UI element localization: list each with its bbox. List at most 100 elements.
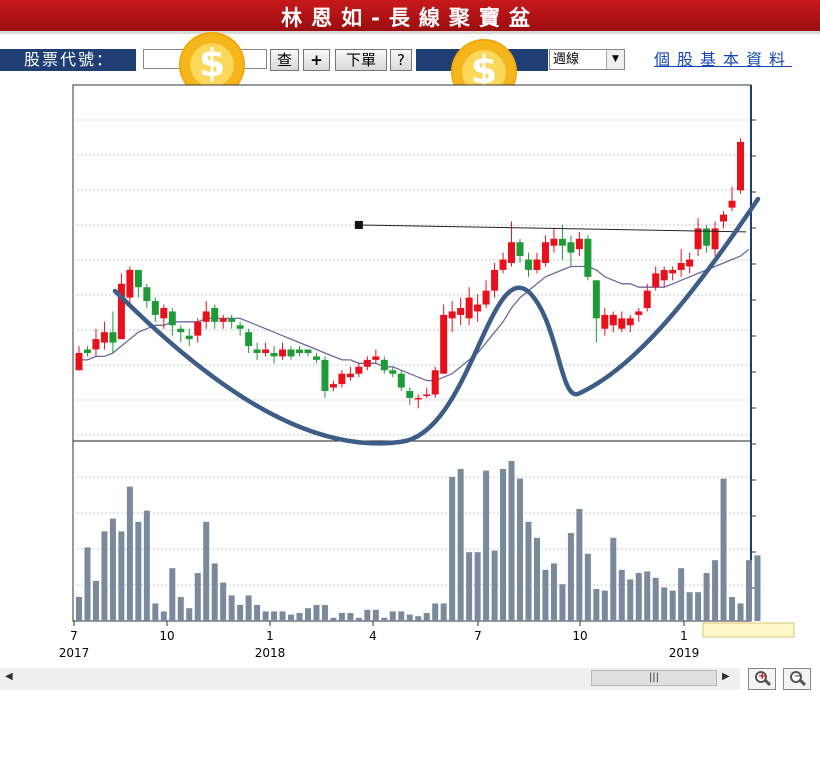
- candle-body: [567, 242, 575, 253]
- volume-bar: [576, 509, 583, 621]
- volume-bar: [186, 608, 193, 621]
- candle-body: [279, 349, 287, 357]
- candle-body: [83, 349, 91, 353]
- candle-body: [448, 311, 456, 319]
- candle-body: [363, 359, 371, 367]
- page-title: 林恩如-長線聚寶盆: [281, 6, 539, 30]
- volume-bar: [449, 477, 456, 621]
- volume-bar: [406, 614, 413, 621]
- volume-bar: [542, 569, 549, 621]
- basic-info-link[interactable]: 個股基本資料: [654, 49, 792, 71]
- volume-bar: [720, 478, 727, 621]
- candle-body: [533, 259, 541, 270]
- title-bar: 林恩如-長線聚寶盆: [0, 0, 820, 34]
- chevron-down-icon[interactable]: ▼: [606, 50, 624, 69]
- candle-body: [270, 352, 278, 357]
- order-button[interactable]: 下單: [335, 49, 387, 71]
- candle-body: [677, 263, 685, 270]
- volume-bar: [610, 537, 617, 621]
- candle-body: [516, 242, 524, 257]
- volume-bar: [109, 518, 116, 621]
- candle-body: [499, 259, 507, 270]
- volume-bar: [389, 611, 396, 621]
- volume-bar: [618, 569, 625, 621]
- candle-body: [194, 321, 202, 336]
- stock-chart-svg: 7 10 1 4 7 10 1 2017 2018 2019: [59, 84, 795, 660]
- volume-bar: [635, 573, 642, 621]
- candle-body: [423, 394, 431, 396]
- stock-chart: 7 10 1 4 7 10 1 2017 2018 2019: [0, 75, 820, 670]
- candle-body: [355, 366, 363, 374]
- volume-bar: [84, 547, 91, 621]
- candle-body: [75, 352, 83, 371]
- scroll-right-icon[interactable]: ▶: [722, 671, 730, 682]
- volume-bar: [584, 553, 591, 621]
- volume-bar: [746, 560, 752, 621]
- volume-bar: [440, 603, 447, 621]
- candle-body: [457, 307, 465, 315]
- candle-body: [134, 269, 142, 288]
- volume-bar: [423, 613, 430, 621]
- volume-bar: [338, 613, 345, 621]
- candle-body: [575, 238, 583, 250]
- volume-bar: [415, 616, 422, 621]
- zoom-in-button[interactable]: +: [748, 668, 776, 690]
- candle-body: [202, 311, 210, 322]
- x-tick-label: 7: [474, 629, 482, 643]
- volume-bar: [203, 521, 210, 621]
- candle-body: [236, 325, 244, 329]
- volume-bar: [194, 573, 201, 621]
- horizontal-scrollbar[interactable]: ◀ ||| ▶: [0, 668, 740, 690]
- candle-body: [652, 273, 660, 288]
- candle-body: [160, 307, 168, 319]
- candle-body: [151, 301, 159, 315]
- volume-bar: [118, 531, 125, 621]
- volume-bar: [601, 590, 608, 621]
- candle-body: [609, 314, 617, 326]
- candle-body: [253, 349, 261, 353]
- candle-body: [482, 290, 490, 305]
- scroll-left-icon[interactable]: ◀: [5, 671, 13, 682]
- candle-body: [601, 314, 609, 329]
- volume-bar: [703, 573, 710, 621]
- resistance-handle: [354, 220, 363, 229]
- candle-body: [626, 318, 634, 326]
- x-tick-label: 1: [680, 629, 688, 643]
- candle-body: [524, 259, 532, 270]
- volume-bar: [304, 608, 311, 621]
- volume-bar: [245, 595, 252, 621]
- scroll-thumb[interactable]: |||: [591, 670, 717, 686]
- stock-code-label: 股票代號：: [0, 49, 136, 71]
- help-button[interactable]: ?: [390, 49, 412, 71]
- volume-bar: [550, 563, 557, 621]
- candle-body: [372, 356, 380, 360]
- volume-bar: [457, 469, 464, 621]
- zoom-out-button[interactable]: −: [783, 668, 811, 690]
- candle-body: [558, 238, 566, 246]
- candle-body: [618, 318, 626, 329]
- add-button[interactable]: +: [303, 49, 330, 71]
- volume-bar: [533, 537, 540, 621]
- candle-body: [177, 328, 185, 333]
- volume-bar: [466, 552, 473, 621]
- volume-bar: [729, 597, 736, 621]
- x-tick-label: 10: [159, 629, 174, 643]
- candle-body: [584, 238, 592, 277]
- query-button[interactable]: 查: [270, 49, 299, 71]
- volume-bar: [559, 584, 566, 621]
- period-select[interactable]: 週線 ▼: [549, 49, 625, 70]
- x-year-label: 2019: [669, 646, 700, 660]
- candle-body: [296, 349, 304, 353]
- candle-body: [211, 307, 219, 322]
- volume-bar: [228, 595, 235, 621]
- candle-body: [431, 370, 439, 395]
- volume-bar: [474, 552, 481, 621]
- candle-body: [635, 311, 643, 315]
- candle-body: [592, 280, 600, 319]
- volume-bar: [169, 568, 176, 621]
- candle-body: [728, 200, 736, 208]
- candle-body: [185, 335, 193, 340]
- volume-bar: [143, 510, 150, 621]
- candle-body: [287, 349, 295, 357]
- volume-bar: [712, 560, 719, 621]
